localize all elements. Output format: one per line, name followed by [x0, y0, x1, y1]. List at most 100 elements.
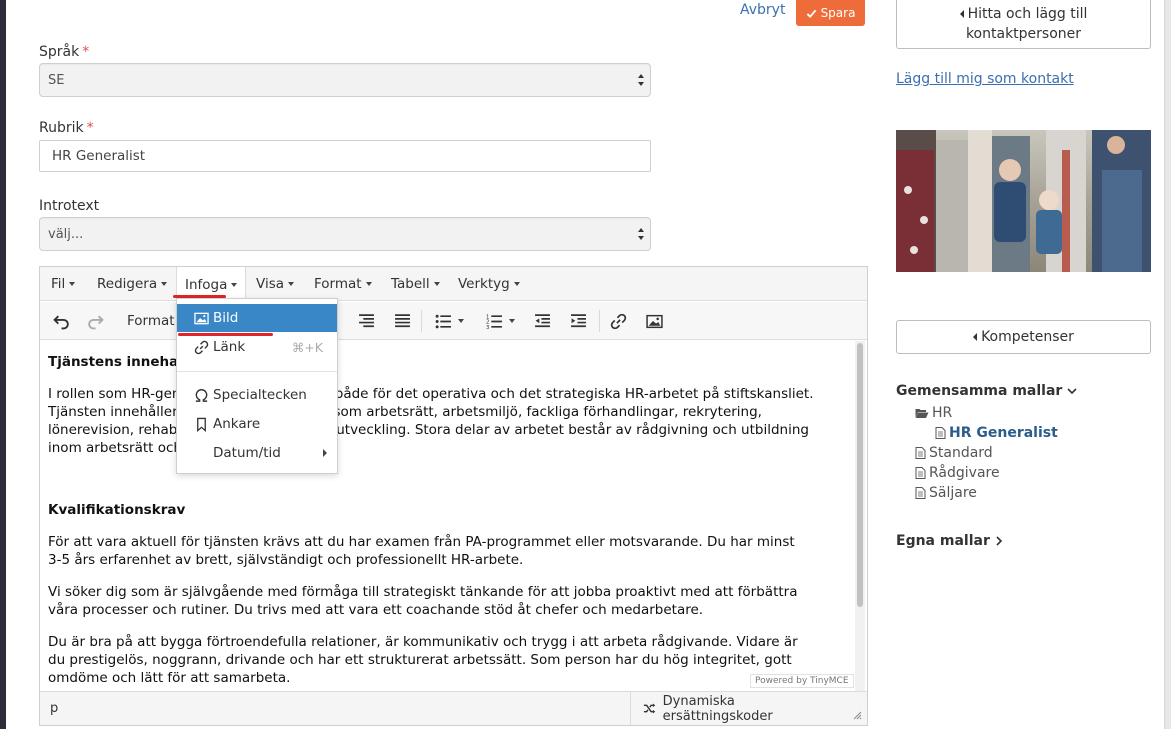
menu-divider — [177, 371, 337, 372]
omega-icon — [195, 388, 207, 402]
language-label: Språk * — [39, 44, 90, 60]
file-icon — [935, 427, 946, 439]
folder-open-icon — [915, 409, 929, 418]
align-right-button[interactable] — [354, 309, 378, 333]
bullet-list-icon — [435, 314, 451, 328]
content-paragraph-4: Du är bra på att bygga förtroendefulla r… — [48, 634, 798, 686]
intro-label: Introtext — [39, 198, 100, 214]
element-path[interactable]: p — [50, 701, 58, 716]
indent-icon — [570, 313, 586, 327]
folder-hr[interactable]: HR — [915, 405, 952, 421]
add-me-as-contact-link[interactable]: Lägg till mig som kontakt — [896, 71, 1074, 87]
insert-link-button[interactable] — [606, 309, 630, 333]
shared-templates-toggle[interactable]: Gemensamma mallar — [896, 383, 1077, 399]
rich-text-editor: Fil Redigera Infoga Visa Format Tabell V… — [39, 266, 868, 726]
save-button[interactable]: Spara — [796, 0, 865, 26]
insert-link-item[interactable]: Länk ⌘+K — [177, 333, 337, 361]
content-paragraph-1: I rollen som HR-generalist ansvarar du f… — [48, 386, 814, 456]
content-paragraph-3: Vi söker dig som är självgående med förm… — [48, 584, 798, 618]
menu-tabell[interactable]: Tabell — [383, 267, 448, 301]
insert-special-char-item[interactable]: Specialtecken — [177, 381, 337, 409]
insert-special-char-label: Specialtecken — [213, 387, 307, 403]
competences-label: Kompetenser — [981, 329, 1074, 345]
redo-button[interactable] — [83, 309, 107, 333]
chevron-right-icon — [996, 536, 1002, 546]
insert-menu-dropdown: Bild Länk ⌘+K Specialtecken Ankare Datum… — [176, 298, 338, 474]
numbered-list-icon: 123 — [486, 314, 502, 330]
left-edge-bar — [0, 0, 6, 729]
competences-button[interactable]: Kompetenser — [896, 320, 1151, 354]
insert-anchor-label: Ankare — [213, 416, 261, 432]
bild-underline — [178, 333, 273, 336]
template-saljare[interactable]: Säljare — [915, 485, 977, 501]
select-arrows-icon — [638, 74, 644, 86]
resize-handle-icon[interactable] — [852, 710, 862, 720]
file-icon — [915, 447, 926, 459]
powered-by-label: Powered by TinyMCE — [750, 674, 854, 688]
menu-redigera[interactable]: Redigera — [89, 267, 175, 301]
align-right-icon — [358, 313, 374, 327]
shuffle-icon — [643, 703, 656, 714]
justify-button[interactable] — [390, 309, 414, 333]
chevron-down-icon — [1067, 388, 1077, 395]
bullet-list-button[interactable] — [429, 309, 469, 333]
people-photo — [896, 130, 1151, 272]
bookmark-icon — [196, 417, 206, 432]
file-icon — [915, 467, 926, 479]
template-hr-generalist[interactable]: HR Generalist — [935, 425, 1058, 441]
find-contacts-button[interactable]: Hitta och lägg till kontaktpersoner — [896, 0, 1151, 49]
intro-select[interactable]: välj... — [39, 217, 651, 251]
file-icon — [915, 487, 926, 499]
link-shortcut: ⌘+K — [291, 339, 323, 355]
heading-input-value: HR Generalist — [52, 148, 146, 164]
image-icon — [193, 312, 209, 324]
cancel-link[interactable]: Avbryt — [740, 2, 785, 18]
window-scrollbar[interactable] — [1164, 0, 1171, 729]
outdent-button[interactable] — [530, 309, 554, 333]
indent-button[interactable] — [566, 309, 590, 333]
template-standard[interactable]: Standard — [915, 445, 993, 461]
redo-icon — [87, 315, 104, 329]
own-templates-toggle[interactable]: Egna mallar — [896, 533, 1003, 549]
check-icon — [806, 9, 816, 18]
insert-image-button[interactable] — [642, 309, 666, 333]
heading-input[interactable]: HR Generalist — [39, 140, 651, 172]
menu-visa[interactable]: Visa — [248, 267, 302, 301]
insert-link-label: Länk — [213, 339, 246, 355]
numbered-list-button[interactable]: 123 — [480, 309, 520, 333]
insert-image-label: Bild — [213, 310, 239, 326]
editor-content[interactable]: Tjänstens innehall I rollen som HR-gener… — [40, 341, 854, 691]
menu-verktyg[interactable]: Verktyg — [450, 267, 528, 301]
dynamic-codes-button[interactable]: Dynamiska ersättningskoder — [630, 692, 844, 725]
undo-button[interactable] — [49, 309, 73, 333]
editor-menubar: Fil Redigera Infoga Visa Format Tabell V… — [40, 267, 867, 302]
intro-select-value: välj... — [48, 226, 84, 242]
heading-label: Rubrik * — [39, 120, 94, 136]
language-select-value: SE — [48, 72, 65, 88]
outdent-icon — [534, 313, 550, 327]
editor-toolbar: Format 123 — [40, 302, 867, 340]
image-icon — [645, 314, 663, 328]
submenu-arrow-icon — [323, 449, 327, 457]
svg-text:3: 3 — [486, 324, 489, 329]
menu-fil[interactable]: Fil — [43, 267, 83, 301]
undo-icon — [52, 315, 69, 329]
photo-image — [896, 130, 1151, 272]
template-radgivare[interactable]: Rådgivare — [915, 465, 1000, 481]
insert-image-item[interactable]: Bild — [177, 304, 337, 332]
select-arrows-icon — [638, 228, 644, 240]
editor-scroll-thumb[interactable] — [857, 343, 863, 607]
justify-icon — [394, 313, 410, 327]
insert-datetime-label: Datum/tid — [213, 445, 281, 461]
insert-anchor-item[interactable]: Ankare — [177, 410, 337, 438]
caret-left-icon — [959, 10, 964, 18]
insert-datetime-item[interactable]: Datum/tid — [177, 439, 337, 467]
language-select[interactable]: SE — [39, 63, 651, 97]
caret-left-icon — [973, 333, 978, 341]
editor-statusbar: p Dynamiska ersättningskoder — [40, 691, 867, 725]
format-dropdown[interactable]: Format — [120, 309, 184, 333]
content-paragraph-2: För att vara aktuell för tjänsten krävs … — [48, 534, 795, 568]
menu-format[interactable]: Format — [306, 267, 380, 301]
link-icon — [610, 313, 626, 329]
content-heading-1: Tjänstens innehall — [48, 354, 188, 370]
